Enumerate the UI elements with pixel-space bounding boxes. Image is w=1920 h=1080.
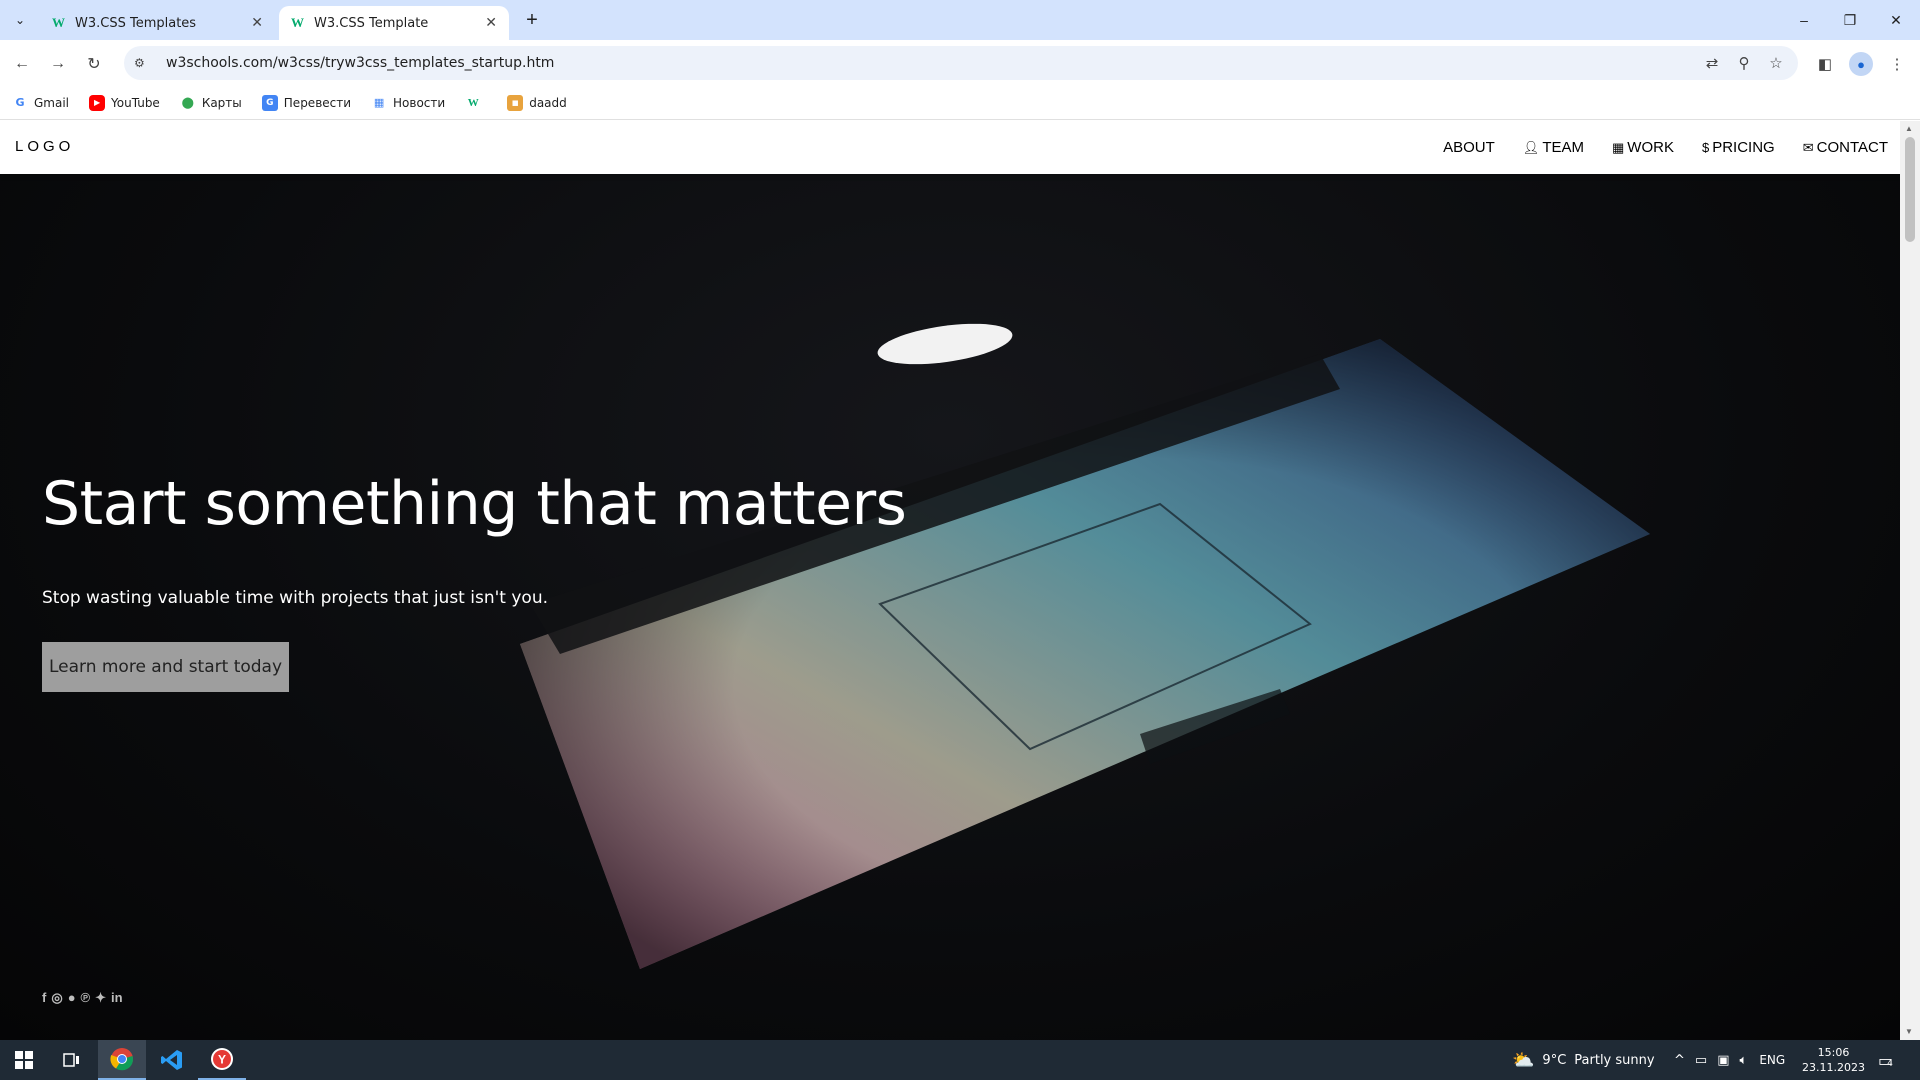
bookmark-maps[interactable]: ⬤ Карты [180,95,242,111]
facebook-icon[interactable]: f [42,990,46,1006]
translate-page-icon[interactable]: ⇄ [1701,52,1723,74]
envelope-icon: ✉ [1802,139,1814,155]
clock[interactable]: 15:06 23.11.2023 [1802,1040,1865,1080]
hero-subtitle: Stop wasting valuable time with projects… [42,588,548,608]
page-scrollbar[interactable]: ▲ ▼ [1900,121,1920,1040]
youtube-icon: ▶ [89,94,106,111]
browser-toolbar: ← → ↻ ⚙ w3schools.com/w3css/tryw3css_tem… [0,40,1920,86]
clock-time: 15:06 [1817,1046,1850,1059]
tab-title: W3.CSS Template [314,15,429,31]
hero-title: Start something that matters [42,469,907,539]
bookmark-gmail[interactable]: G Gmail [12,95,69,111]
grid-icon: ▦ [1611,139,1625,155]
minimize-button[interactable]: – [1792,8,1816,32]
task-view-icon[interactable] [48,1040,96,1080]
bookmark-news[interactable]: ▦ Новости [371,95,445,111]
input-language[interactable]: ENG [1759,1053,1785,1067]
news-icon: ▦ [373,96,385,109]
social-links: f ◎ ● ℗ ✦ in [42,990,128,1006]
tab-w3css-template[interactable]: W W3.CSS Template ✕ [279,6,509,40]
back-arrow-icon[interactable]: ← [8,50,36,78]
svg-text:Y: Y [218,1053,226,1067]
nav-team[interactable]: 👤︎ TEAM [1523,139,1584,156]
pinterest-icon[interactable]: ℗ [81,990,91,1006]
tab-search-chevron-icon[interactable]: ⌄ [8,8,32,32]
w3schools-favicon-icon: W [291,15,304,30]
address-bar[interactable]: ⚙ w3schools.com/w3css/tryw3css_templates… [124,46,1798,80]
close-tab-icon[interactable]: ✕ [251,15,263,31]
nav-about[interactable]: ABOUT [1443,139,1495,156]
bookmark-youtube[interactable]: ▶ YouTube [89,94,160,111]
weather-text: Partly sunny [1574,1052,1655,1068]
new-tab-button[interactable]: + [520,8,544,32]
notification-count: 4 [1887,1059,1893,1069]
network-icon[interactable]: ▣ [1717,1053,1729,1068]
user-icon: 👤︎ [1522,139,1540,155]
yandex-browser-taskbar-icon[interactable]: Y [198,1040,246,1080]
forward-arrow-icon[interactable]: → [44,50,72,78]
w3schools-favicon-icon: W [52,15,65,30]
nav-pricing[interactable]: $ PRICING [1702,139,1775,156]
site-menu: ABOUT 👤︎ TEAM ▦ WORK $ PRICING ✉ CONTACT [1415,121,1888,174]
tab-w3css-templates[interactable]: W W3.CSS Templates ✕ [40,6,275,40]
nav-contact[interactable]: ✉ CONTACT [1803,139,1888,156]
translate-icon: G [261,94,278,111]
scrollbar-thumb[interactable] [1905,137,1915,242]
linkedin-icon[interactable]: in [111,990,123,1006]
chrome-taskbar-icon[interactable] [98,1040,146,1080]
windows-start-icon[interactable] [0,1040,48,1080]
close-tab-icon[interactable]: ✕ [485,15,497,31]
gmail-icon: G [15,96,25,109]
close-window-button[interactable]: ✕ [1884,8,1908,32]
learn-more-button[interactable]: Learn more and start today [42,642,289,692]
web-page-viewport: LOGO ABOUT 👤︎ TEAM ▦ WORK $ PRICING ✉ CO… [0,121,1900,1040]
side-panel-icon[interactable]: ◧ [1813,52,1837,76]
site-info-icon[interactable]: ⚙ [134,56,156,70]
bookmark-daadd[interactable]: ▪ daadd [507,94,567,111]
snapchat-icon[interactable]: ● [68,990,76,1006]
profile-avatar-icon[interactable]: ● [1849,52,1873,76]
url-text[interactable]: w3schools.com/w3css/tryw3css_templates_s… [166,55,554,71]
site-navbar: LOGO ABOUT 👤︎ TEAM ▦ WORK $ PRICING ✉ CO… [0,121,1900,174]
notification-center-icon[interactable]: ▭ 4 [1878,1040,1893,1080]
twitter-icon[interactable]: ✦ [95,990,106,1006]
tray-icons: ^ ▭ ▣ 🔈︎ ENG [1674,1040,1785,1080]
scroll-down-arrow-icon[interactable]: ▼ [1905,1027,1913,1036]
browser-menu-icon[interactable]: ⋮ [1885,52,1909,76]
partly-sunny-icon: ⛅ [1512,1049,1535,1071]
bookmark-translate[interactable]: G Перевести [261,94,351,111]
reload-icon[interactable]: ↻ [80,50,108,78]
browser-tab-bar: ⌄ W W3.CSS Templates ✕ W W3.CSS Template… [0,0,1920,40]
dollar-icon: $ [1701,140,1710,155]
weather-widget[interactable]: ⛅ 9°C Partly sunny [1512,1040,1655,1080]
clock-date: 23.11.2023 [1802,1061,1865,1074]
nav-work[interactable]: ▦ WORK [1612,139,1674,156]
zoom-icon[interactable]: ⚲ [1733,52,1755,74]
bookmark-star-icon[interactable]: ☆ [1765,52,1787,74]
vscode-taskbar-icon[interactable] [148,1040,196,1080]
show-hidden-icons-chevron-icon[interactable]: ^ [1674,1053,1685,1068]
tab-title: W3.CSS Templates [75,15,197,31]
instagram-icon[interactable]: ◎ [51,990,62,1006]
maps-icon: ⬤ [181,96,194,109]
hero-section: Start something that matters Stop wastin… [0,174,1900,1040]
restore-button[interactable]: ❐ [1838,8,1862,32]
weather-temp: 9°C [1542,1052,1567,1068]
volume-icon[interactable]: 🔈︎ [1740,1053,1748,1068]
w3schools-icon: W [467,96,479,109]
meet-now-icon[interactable]: ▭ [1695,1053,1707,1068]
windows-taskbar: Y ⛅ 9°C Partly sunny ^ ▭ ▣ 🔈︎ ENG 15:06 … [0,1040,1920,1080]
bookmark-folder-icon: ▪ [507,94,524,111]
scroll-up-arrow-icon[interactable]: ▲ [1905,124,1913,133]
site-logo[interactable]: LOGO [15,138,74,155]
bookmark-w3schools[interactable]: W [465,95,487,111]
bookmarks-bar: G Gmail ▶ YouTube ⬤ Карты G Перевести ▦ … [0,86,1920,120]
